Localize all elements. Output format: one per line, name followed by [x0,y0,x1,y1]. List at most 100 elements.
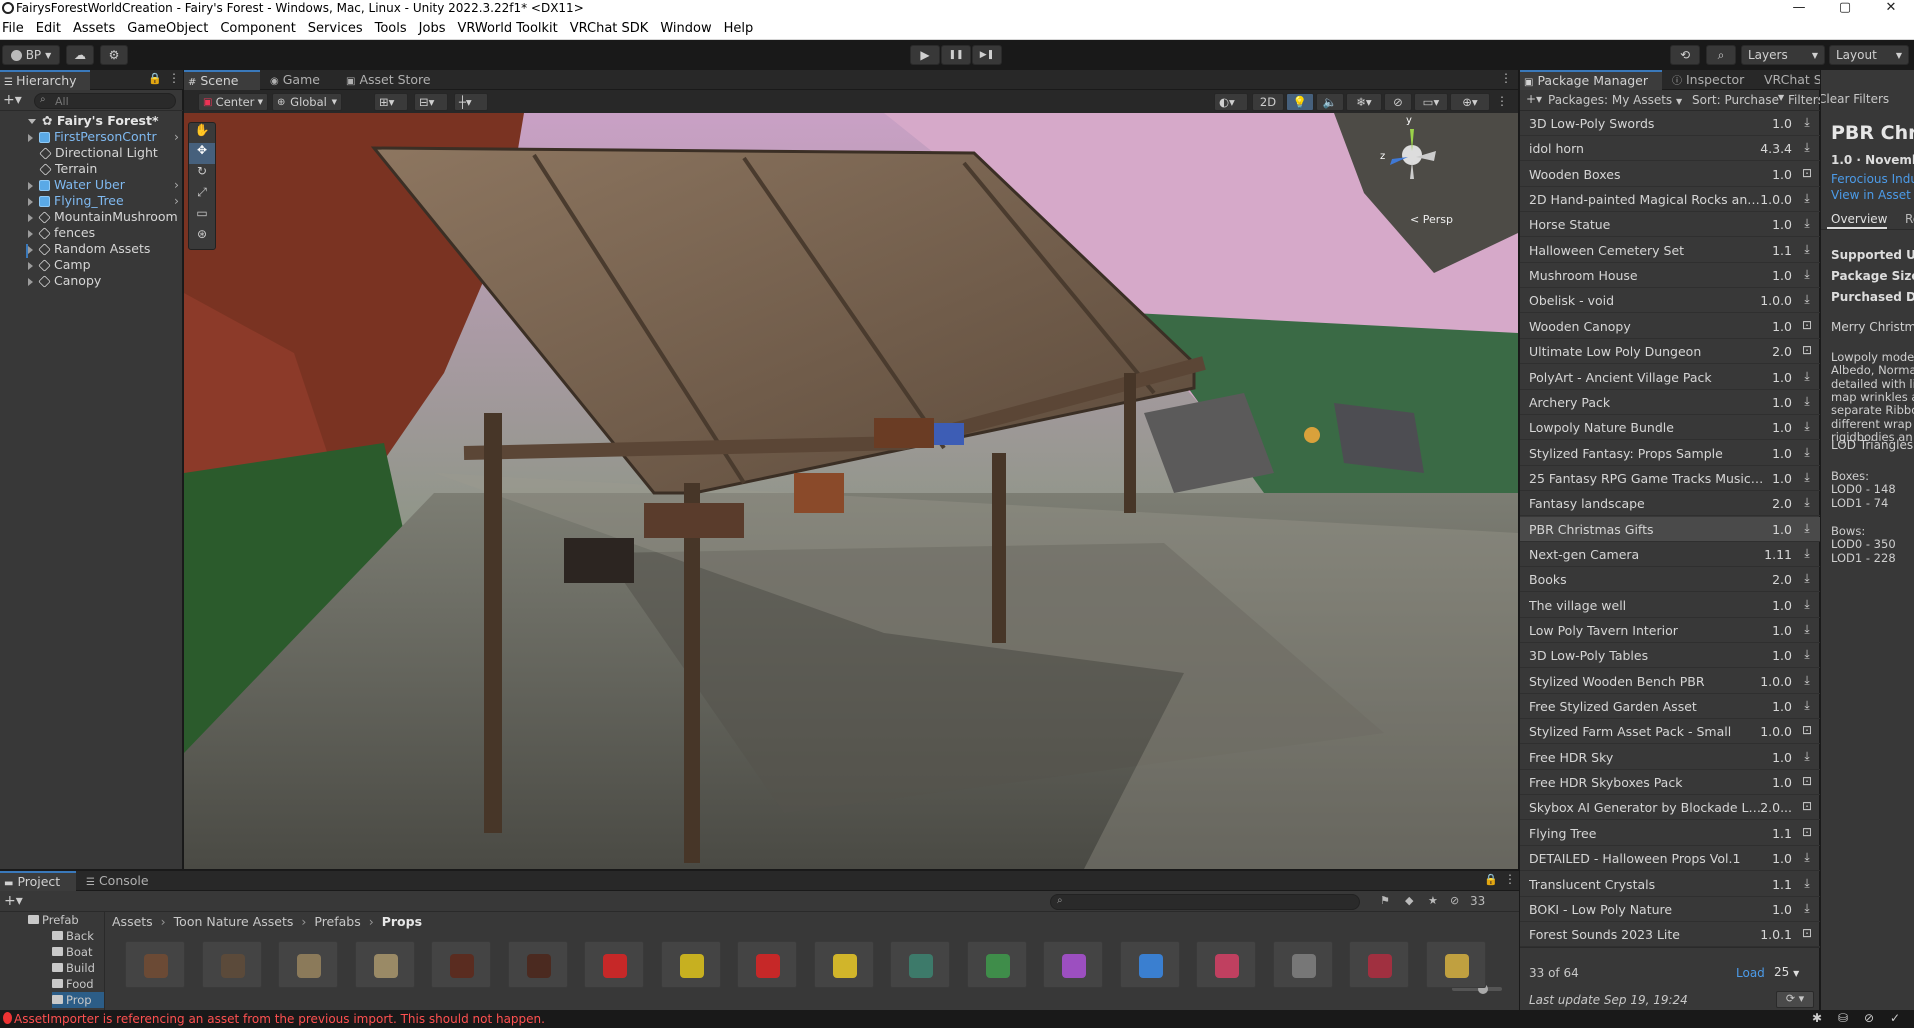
asset-thumbnail[interactable] [125,941,185,988]
filter-by-type-icon[interactable]: ⚑ [1380,894,1390,907]
download-icon[interactable]: ⤓ [1800,495,1814,510]
load-button[interactable]: Load [1736,966,1765,980]
package-row[interactable]: Horse Statue 1.0 ⤓ [1520,212,1820,238]
package-row[interactable]: Halloween Cemetery Set 1.1 ⤓ [1520,238,1820,263]
view-in-asset-store-link[interactable]: View in Asset [1831,188,1911,202]
download-icon[interactable]: ⤓ [1800,419,1814,434]
download-icon[interactable]: ⤓ [1800,597,1814,612]
snap-increment-button[interactable]: ⊟▾ [414,93,448,111]
folder-tree-item[interactable]: Build [52,960,95,976]
space-dropdown[interactable]: ⊕ Global ▼ [272,93,342,111]
menu-help[interactable]: Help [718,18,760,39]
package-row[interactable]: Translucent Crystals 1.1 ⤓ [1520,872,1820,897]
packages-source-dropdown[interactable]: Packages: My Assets ▼ [1548,93,1682,107]
pause-button[interactable]: ❚❚ [941,45,971,65]
import-icon[interactable]: ⊡ [1800,825,1814,840]
camera-settings-button[interactable]: ▭▾ [1414,93,1448,111]
import-icon[interactable]: ⊡ [1800,723,1814,738]
asset-thumbnail[interactable] [1043,941,1103,988]
hierarchy-item[interactable]: Flying_Tree › [0,193,183,209]
tab-project[interactable]: ▬ Project [0,871,76,891]
menu-tools[interactable]: Tools [369,18,413,39]
status-message[interactable]: AssetImporter is referencing an asset fr… [14,1012,545,1026]
asset-thumbnail[interactable] [507,941,568,988]
star-icon[interactable]: ★ [1428,894,1438,907]
download-icon[interactable]: ⤓ [1800,445,1814,460]
package-row[interactable]: Free HDR Skyboxes Pack 1.0 ⊡ [1520,770,1820,796]
kebab-menu-icon[interactable]: ⋮ [1496,94,1508,108]
breadcrumb-props[interactable]: Props [382,914,422,929]
folder-tree-item[interactable]: Prop [52,992,104,1008]
package-row[interactable]: Flying Tree 1.1 ⊡ [1520,821,1820,846]
download-icon[interactable]: ⤓ [1800,140,1814,155]
orientation-gizmo[interactable]: y z [1380,115,1444,185]
package-row[interactable]: Obelisk - void 1.0.0 ⤓ [1520,288,1820,314]
effects-toggle[interactable]: ❄▾ [1346,93,1382,111]
package-row[interactable]: Archery Pack 1.0 ⤓ [1520,390,1820,415]
download-icon[interactable]: ⤓ [1800,749,1814,764]
lock-icon[interactable]: 🔒 [148,72,162,85]
filter-by-label-icon[interactable]: ◆ [1405,894,1413,907]
menu-assets[interactable]: Assets [67,18,121,39]
expand-arrow-icon[interactable] [28,245,33,254]
menu-gameobject[interactable]: GameObject [121,18,214,39]
kebab-menu-icon[interactable]: ⋮ [1500,71,1512,85]
tab-game[interactable]: ◉ Game [266,70,326,90]
download-icon[interactable]: ⤓ [1800,394,1814,409]
add-icon[interactable]: +▾ [3,92,22,108]
scale-tool-icon[interactable]: ⤢ [189,185,215,206]
download-icon[interactable]: ⤓ [1800,876,1814,891]
package-row[interactable]: Wooden Canopy 1.0 ⊡ [1520,314,1820,339]
hierarchy-item[interactable]: fences [0,225,183,241]
package-row[interactable]: BOKI - Low Poly Nature 1.0 ⤓ [1520,897,1820,922]
download-icon[interactable]: ⤓ [1800,267,1814,282]
folder-tree-item[interactable]: Prefab [28,912,79,928]
expand-arrow-icon[interactable] [28,197,33,206]
expand-arrow-icon[interactable] [28,119,36,124]
add-package-icon[interactable]: +▾ [1526,92,1542,106]
tab-console[interactable]: ☰ Console [82,871,155,891]
download-icon[interactable]: ⤓ [1800,622,1814,637]
import-icon[interactable]: ⊡ [1800,926,1814,941]
package-row[interactable]: Mushroom House 1.0 ⤓ [1520,263,1820,289]
asset-thumbnail[interactable] [1196,941,1256,988]
asset-thumbnail[interactable] [431,941,491,988]
import-icon[interactable]: ⊡ [1800,799,1814,814]
import-icon[interactable]: ⊡ [1800,166,1814,181]
menu-component[interactable]: Component [214,18,301,39]
move-tool-icon[interactable]: ✥ [189,143,215,164]
breadcrumb-prefabs[interactable]: Prefabs [314,914,360,929]
asset-thumbnail[interactable] [201,941,262,988]
asset-thumbnail[interactable] [890,941,950,988]
hierarchy-item[interactable]: FirstPersonContr › [0,129,183,145]
history-button[interactable]: ⟲ [1670,45,1700,65]
load-count-dropdown[interactable]: 25 ▼ [1774,965,1799,979]
download-icon[interactable]: ⤓ [1800,369,1814,384]
toggle-2d-button[interactable]: 2D [1252,93,1284,111]
download-icon[interactable]: ⤓ [1800,546,1814,561]
download-icon[interactable]: ⤓ [1800,292,1814,307]
asset-thumbnail[interactable] [1425,941,1486,988]
search-button[interactable]: ⌕ [1706,45,1736,65]
expand-arrow-icon[interactable] [28,213,33,222]
folder-tree-item[interactable]: Back [52,928,94,944]
gizmos-button[interactable]: ⊕▾ [1450,93,1490,111]
package-row[interactable]: Skybox AI Generator by Blockade Labs ...… [1520,795,1820,821]
package-row[interactable]: Wooden Boxes 1.0 ⊡ [1520,162,1820,187]
menu-vrworld-toolkit[interactable]: VRWorld Toolkit [451,18,563,39]
menu-window[interactable]: Window [654,18,717,39]
package-row[interactable]: Lowpoly Nature Bundle 1.0 ⤓ [1520,415,1820,441]
package-row[interactable]: Next-gen Camera 1.11 ⤓ [1520,542,1820,567]
scene-viewport[interactable]: y z < Persp ✋ ✥ ↻ ⤢ ▭ ⊛ [184,113,1518,869]
download-icon[interactable]: ⤓ [1800,698,1814,713]
expand-arrow-icon[interactable] [28,261,33,270]
package-row[interactable]: Stylized Wooden Bench PBR 1.0.0 ⤓ [1520,669,1820,694]
package-row[interactable]: Free Stylized Garden Asset 1.0 ⤓ [1520,694,1820,720]
asset-thumbnail[interactable] [813,941,874,988]
tab-scene[interactable]: # Scene [184,70,260,90]
create-asset-icon[interactable]: +▾ [4,893,23,909]
tab-package-manager[interactable]: ▣ Package Manager [1520,70,1662,90]
scene-root[interactable]: ✿ Fairy's Forest* [0,113,183,129]
asset-thumbnail[interactable] [737,941,797,988]
breadcrumb-assets[interactable]: Assets [112,914,153,929]
